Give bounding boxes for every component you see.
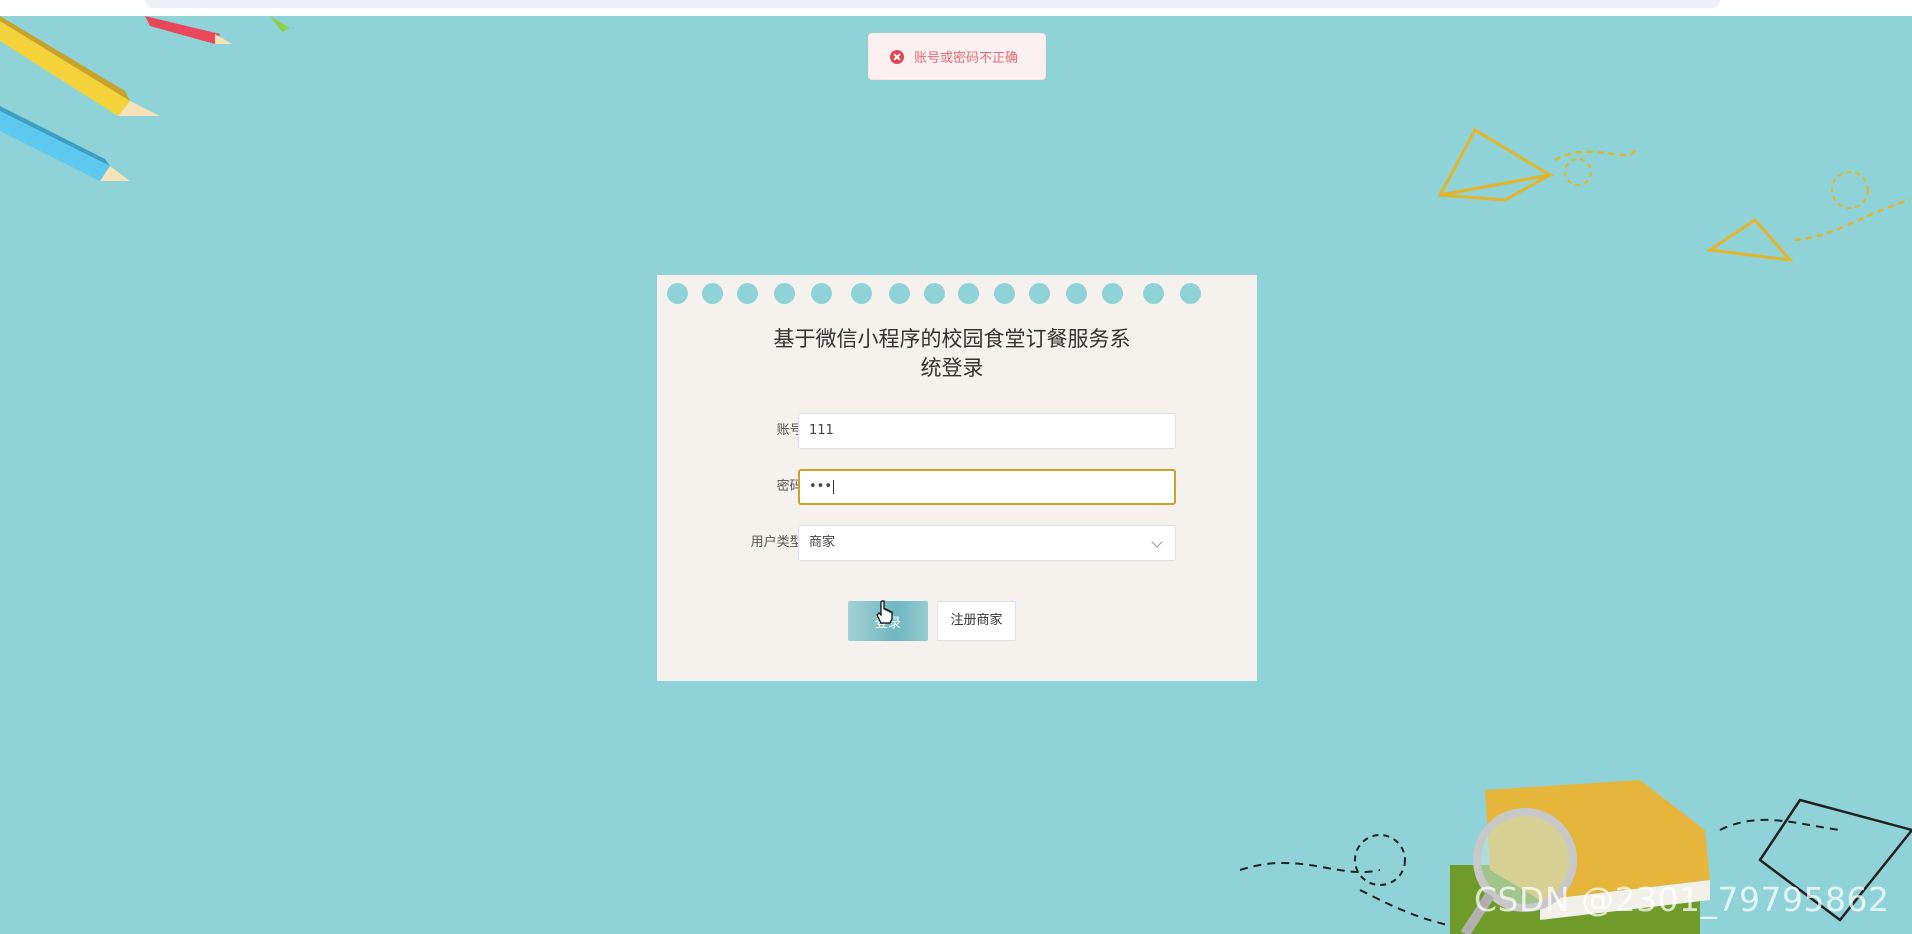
page-title: 基于微信小程序的校园食堂订餐服务系 统登录 <box>737 325 1167 383</box>
address-field[interactable] <box>145 0 1720 8</box>
hole <box>958 283 979 304</box>
hole <box>667 283 688 304</box>
hole <box>702 283 723 304</box>
hole <box>1143 283 1164 304</box>
hole <box>1102 283 1123 304</box>
hole <box>774 283 795 304</box>
hole <box>994 283 1015 304</box>
hand-cursor-icon <box>876 600 893 624</box>
text-caret <box>833 479 835 494</box>
user-type-row: 用户类型: 商家 <box>657 525 1257 561</box>
hole <box>737 283 758 304</box>
title-line-1: 基于微信小程序的校园食堂订餐服务系 <box>773 327 1131 351</box>
watermark-text: CSDN @2301_79795862 <box>1474 880 1890 919</box>
chevron-down-icon <box>1151 536 1163 548</box>
hole <box>1066 283 1087 304</box>
hole <box>811 283 832 304</box>
hole <box>851 283 872 304</box>
account-input[interactable]: 111 <box>798 413 1176 449</box>
account-value: 111 <box>809 423 834 438</box>
title-line-2: 统登录 <box>920 356 984 380</box>
user-type-value: 商家 <box>809 535 836 550</box>
error-toast: 账号或密码不正确 <box>868 33 1046 80</box>
account-row: 账号: 111 <box>657 413 1257 449</box>
password-mask: ••• <box>809 479 833 494</box>
user-type-select[interactable]: 商家 <box>798 525 1176 561</box>
hole <box>1180 283 1201 304</box>
pencils-decoration <box>0 16 290 181</box>
browser-top-strip <box>0 0 1912 16</box>
hole <box>924 283 945 304</box>
password-input[interactable]: ••• <box>798 469 1176 505</box>
register-merchant-button[interactable]: 注册商家 <box>937 601 1016 641</box>
notebook-holes <box>657 283 1257 307</box>
hole <box>889 283 910 304</box>
password-row: 密码: ••• <box>657 469 1257 505</box>
login-card: 基于微信小程序的校园食堂订餐服务系 统登录 账号: 111 密码: ••• 用户… <box>657 275 1257 681</box>
paper-planes-decoration <box>1437 127 1911 262</box>
error-circle-icon <box>890 49 904 64</box>
toast-message: 账号或密码不正确 <box>914 51 1019 66</box>
hole <box>1029 283 1050 304</box>
